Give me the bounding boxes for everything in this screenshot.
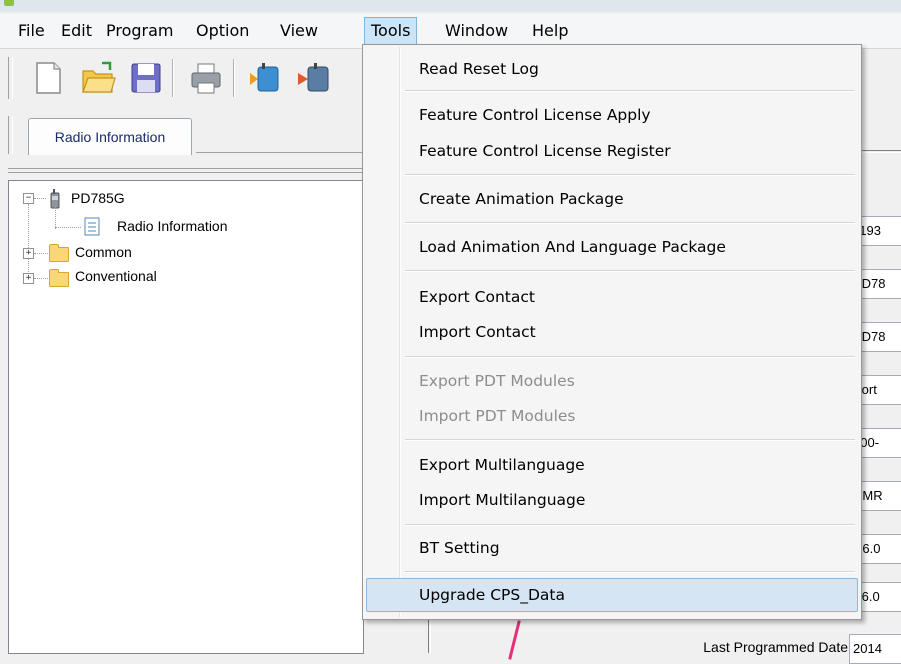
tree-connector: [34, 278, 48, 279]
tree-connector: [28, 204, 29, 284]
tools-menu: Read Reset Log Feature Control License A…: [362, 44, 862, 620]
menu-item-read-reset-log[interactable]: Read Reset Log: [419, 55, 539, 83]
save-icon: [131, 63, 161, 93]
menu-help[interactable]: Help: [526, 18, 574, 44]
menu-item-export-contact[interactable]: Export Contact: [419, 283, 535, 311]
tree-item-radio-information[interactable]: Radio Information: [117, 215, 228, 237]
menu-separator: [405, 571, 855, 573]
tree-connector: [34, 198, 46, 199]
menu-tools[interactable]: Tools: [364, 17, 418, 45]
menu-item-import-contact[interactable]: Import Contact: [419, 318, 536, 346]
tree-connector: [34, 253, 48, 254]
collapse-icon[interactable]: −: [23, 193, 34, 204]
divider: [8, 168, 363, 169]
menu-item-upgrade-cps-data[interactable]: Upgrade CPS_Data: [419, 581, 565, 609]
menu-separator: [405, 524, 855, 526]
menu-separator: [405, 270, 855, 272]
menu-window[interactable]: Window: [439, 18, 514, 44]
tree-item-common[interactable]: Common: [75, 241, 132, 263]
write-radio-icon: [298, 63, 329, 92]
printer-icon: [191, 63, 221, 94]
menu-item-export-multilanguage[interactable]: Export Multilanguage: [419, 451, 585, 479]
read-radio-button[interactable]: [248, 59, 284, 97]
tree-connector: [55, 207, 56, 229]
toolbar-separator: [233, 59, 235, 97]
menu-separator: [405, 222, 855, 224]
divider: [8, 172, 363, 173]
menu-separator: [405, 356, 855, 358]
menu-item-bt-setting[interactable]: BT Setting: [419, 534, 500, 562]
last-programmed-date-field[interactable]: 2014: [849, 634, 901, 664]
menu-separator: [405, 439, 855, 441]
menu-view[interactable]: View: [274, 18, 324, 44]
navigation-tree: − PD785G Radio Information + Common + Co…: [8, 180, 364, 654]
radio-device-icon: [50, 189, 60, 209]
menu-item-feature-license-apply[interactable]: Feature Control License Apply: [419, 101, 651, 129]
print-button[interactable]: [188, 59, 224, 97]
menu-program[interactable]: Program: [100, 18, 180, 44]
menu-item-import-pdt-modules: Import PDT Modules: [419, 407, 576, 425]
menu-item-load-animation-language[interactable]: Load Animation And Language Package: [419, 233, 726, 261]
menu-option[interactable]: Option: [190, 18, 255, 44]
tree-connector: [55, 227, 81, 228]
folder-icon: [49, 244, 69, 262]
save-button[interactable]: [128, 59, 164, 97]
write-radio-button[interactable]: [296, 59, 332, 97]
menu-gutter: [399, 47, 401, 617]
last-programmed-date-label: Last Programmed Date: [703, 639, 848, 655]
toolbar-separator: [172, 59, 174, 97]
tab-radio-information[interactable]: Radio Information: [28, 118, 192, 155]
menu-item-feature-license-register[interactable]: Feature Control License Register: [419, 137, 671, 165]
tree-item-conventional[interactable]: Conventional: [75, 265, 157, 287]
new-file-button[interactable]: [30, 59, 66, 97]
tabstrip-grip[interactable]: [8, 116, 13, 154]
menu-item-create-animation-package[interactable]: Create Animation Package: [419, 185, 624, 213]
new-file-icon: [36, 62, 61, 94]
read-radio-icon: [250, 63, 279, 92]
menu-item-import-multilanguage[interactable]: Import Multilanguage: [419, 486, 585, 514]
open-folder-icon: [82, 61, 116, 93]
tree-item-root[interactable]: PD785G: [71, 187, 125, 209]
menu-item-export-pdt-modules: Export PDT Modules: [419, 372, 575, 390]
folder-icon: [49, 269, 69, 287]
app-icon: [4, 0, 14, 6]
open-folder-button[interactable]: [80, 59, 116, 97]
menu-file[interactable]: File: [12, 18, 51, 44]
toolbar-grip[interactable]: [8, 57, 13, 99]
menu-edit[interactable]: Edit: [55, 18, 98, 44]
menu-separator: [405, 90, 855, 92]
menu-separator: [405, 174, 855, 176]
expand-icon[interactable]: +: [23, 248, 34, 259]
document-list-icon: [84, 217, 100, 236]
expand-icon[interactable]: +: [23, 273, 34, 284]
title-bar: [0, 0, 901, 12]
